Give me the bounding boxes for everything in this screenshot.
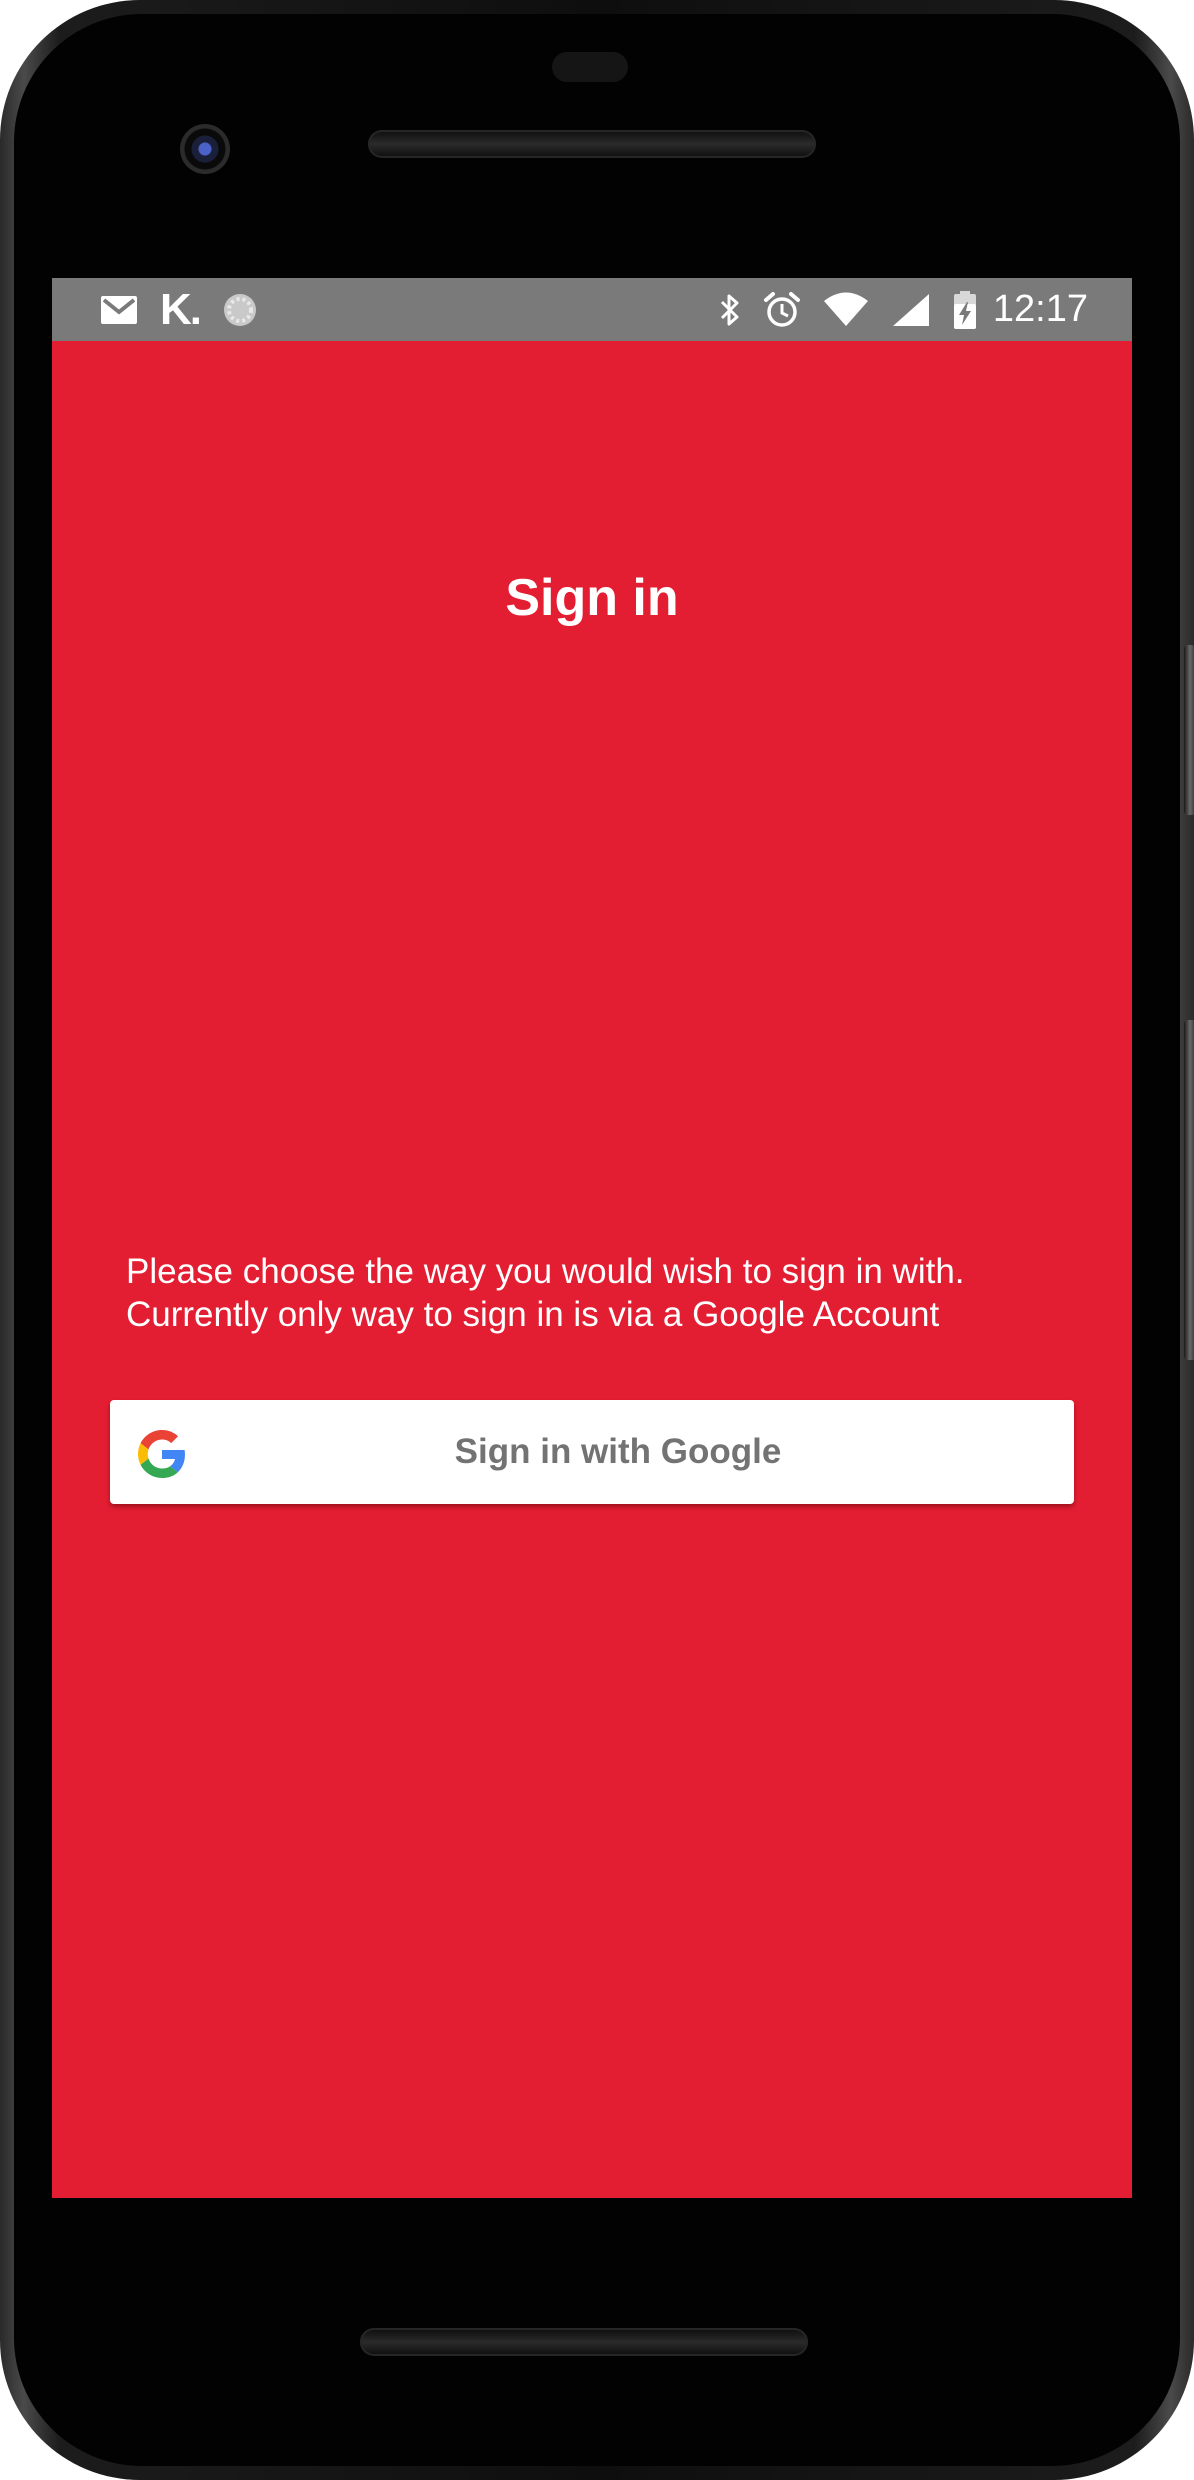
alarm-icon <box>763 291 801 329</box>
app-screen: K. 12:17 Sign in Please choose the way y… <box>52 278 1132 2198</box>
instructions-line-2: Currently only way to sign in is via a G… <box>126 1295 940 1334</box>
power-button <box>1184 645 1194 815</box>
k-app-icon: K. <box>160 284 202 334</box>
wifi-icon <box>823 292 869 328</box>
bottom-speaker-grill <box>360 2328 808 2356</box>
top-speaker-grill <box>368 130 816 158</box>
battery-charging-icon <box>953 290 977 330</box>
cell-signal-icon <box>891 292 931 328</box>
system-icons: 12:17 <box>719 278 1088 341</box>
instructions-line-1: Please choose the way you would wish to … <box>126 1252 965 1291</box>
notification-icons: K. <box>100 278 258 341</box>
proximity-sensor <box>552 52 628 82</box>
google-sign-in-label: Sign in with Google <box>454 1432 782 1471</box>
status-bar: K. 12:17 <box>52 278 1132 341</box>
phone-frame: K. 12:17 Sign in Please choose the way y… <box>0 0 1194 2480</box>
front-camera <box>180 124 230 174</box>
loading-circle-icon <box>222 292 258 328</box>
google-sign-in-button[interactable]: Sign in with Google <box>110 1400 1074 1504</box>
page-title: Sign in <box>505 569 679 627</box>
status-clock: 12:17 <box>992 288 1088 330</box>
volume-rocker <box>1184 1020 1194 1360</box>
bluetooth-icon <box>719 292 741 328</box>
gmail-icon <box>100 295 138 325</box>
sign-in-instructions: Please choose the way you would wish to … <box>126 1250 1086 1336</box>
